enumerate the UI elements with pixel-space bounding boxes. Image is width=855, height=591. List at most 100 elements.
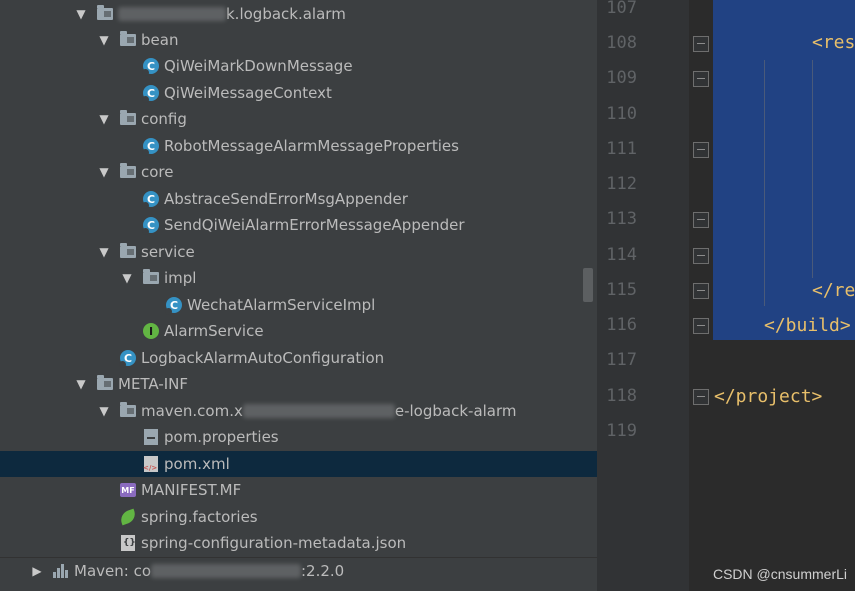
fold-marker-icon[interactable] — [693, 318, 709, 334]
chevron-down-icon[interactable]: ▼ — [74, 7, 88, 21]
line-number: 117 — [606, 350, 637, 370]
class-icon: C — [119, 349, 137, 368]
package-folder-icon — [142, 269, 160, 287]
tree-row-config[interactable]: ▼ config — [0, 106, 597, 132]
fold-marker-icon[interactable] — [693, 283, 709, 299]
tree-row-label: maven.com.x e-logback-alarm — [141, 402, 517, 420]
indent-guide — [764, 60, 765, 306]
fold-marker-icon[interactable] — [693, 36, 709, 52]
tree-row-label: AbstraceSendErrorMsgAppender — [164, 190, 408, 208]
line-number: 111 — [606, 139, 637, 159]
properties-file-icon — [142, 428, 160, 446]
tree-row-wechat-alarm-service-impl[interactable]: C WechatAlarmServiceImpl — [0, 292, 597, 318]
fold-marker-icon[interactable] — [693, 212, 709, 228]
tree-row-impl[interactable]: ▼ impl — [0, 265, 597, 291]
line-number: 112 — [606, 174, 637, 194]
tree-row-label: spring.factories — [141, 508, 258, 526]
tree-row-package-alarm[interactable]: ▼ k.logback.alarm — [0, 1, 597, 27]
class-icon: C — [165, 296, 183, 315]
tree-row-label: WechatAlarmServiceImpl — [187, 296, 376, 314]
tree-row-label: core — [141, 163, 174, 181]
tree-row-bean[interactable]: ▼ bean — [0, 27, 597, 53]
package-folder-icon — [96, 5, 114, 23]
manifest-file-icon: MF — [119, 481, 137, 499]
abstract-class-icon: C — [142, 190, 160, 209]
line-number: 109 — [606, 68, 637, 88]
tree-row-label: QiWeiMarkDownMessage — [164, 57, 353, 75]
tree-row-label: QiWeiMessageContext — [164, 84, 332, 102]
tree-row-label: pom.properties — [164, 428, 279, 446]
tree-row-label: config — [141, 110, 187, 128]
tree-row-label: bean — [141, 31, 179, 49]
chevron-down-icon[interactable]: ▼ — [120, 271, 134, 285]
tree-row-maven-library[interactable]: ▶ Maven: co :2.2.0 — [0, 557, 597, 591]
folder-icon — [119, 402, 137, 420]
tree-row-core[interactable]: ▼ core — [0, 159, 597, 185]
xml-file-icon — [142, 455, 160, 473]
fold-marker-icon[interactable] — [693, 248, 709, 264]
tree-row-service[interactable]: ▼ service — [0, 239, 597, 265]
line-number: 107 — [606, 0, 637, 18]
indent-guide — [812, 60, 813, 278]
tree-row-abstrace-send-error-msg-appender[interactable]: C AbstraceSendErrorMsgAppender — [0, 186, 597, 212]
code-line-115[interactable]: </re — [812, 280, 855, 301]
maven-library-row[interactable]: ▶ Maven: co :2.2.0 — [0, 558, 597, 584]
tree-row-label: k.logback.alarm — [118, 5, 346, 23]
tree-row-pom-properties[interactable]: pom.properties — [0, 424, 597, 450]
tree-row-spring-factories[interactable]: spring.factories — [0, 504, 597, 530]
chevron-down-icon[interactable]: ▼ — [97, 112, 111, 126]
maven-library-icon — [52, 562, 70, 580]
tree-row-manifest-mf[interactable]: MF MANIFEST.MF — [0, 477, 597, 503]
class-icon: C — [142, 84, 160, 103]
chevron-right-icon[interactable]: ▶ — [30, 564, 44, 578]
tree-row-qiwei-message-context[interactable]: C QiWeiMessageContext — [0, 80, 597, 106]
redacted-text — [151, 564, 301, 578]
tree-row-send-qiwei-alarm-appender[interactable]: C SendQiWeiAlarmErrorMessageAppender — [0, 212, 597, 238]
watermark-text: CSDN @cnsummerLi — [712, 566, 847, 582]
fold-marker-icon[interactable] — [693, 71, 709, 87]
chevron-down-icon[interactable]: ▼ — [97, 165, 111, 179]
tree-row-robot-message-alarm-properties[interactable]: C RobotMessageAlarmMessageProperties — [0, 133, 597, 159]
json-file-icon — [119, 534, 137, 552]
chevron-down-icon[interactable]: ▼ — [97, 245, 111, 259]
tree-row-label: service — [141, 243, 195, 261]
class-icon: C — [142, 57, 160, 76]
line-number: 110 — [606, 104, 637, 124]
line-number: 116 — [606, 315, 637, 335]
tree-row-pom-xml[interactable]: pom.xml — [0, 451, 597, 477]
spring-file-icon — [118, 508, 138, 526]
tree-row-label: pom.xml — [164, 455, 230, 473]
tree-row-label: Maven: co :2.2.0 — [74, 562, 345, 580]
fold-marker-icon[interactable] — [693, 142, 709, 158]
tree-row-label: AlarmService — [164, 322, 264, 340]
code-line-108[interactable]: <res — [812, 32, 855, 53]
line-number: 115 — [606, 280, 637, 300]
code-line-118[interactable]: </project> — [714, 386, 822, 407]
tree-row-alarm-service[interactable]: I AlarmService — [0, 318, 597, 344]
tree-row-meta-inf[interactable]: ▼ META-INF — [0, 371, 597, 397]
class-icon: C — [142, 137, 160, 156]
tree-scrollbar-thumb[interactable] — [583, 268, 593, 302]
package-folder-icon — [119, 110, 137, 128]
tree-row-logback-alarm-auto-configuration[interactable]: C LogbackAlarmAutoConfiguration — [0, 345, 597, 371]
tree-row-label: spring-configuration-metadata.json — [141, 534, 407, 552]
fold-marker-icon[interactable] — [693, 389, 709, 405]
chevron-down-icon[interactable]: ▼ — [97, 404, 111, 418]
chevron-down-icon[interactable]: ▼ — [97, 33, 111, 47]
line-number: 113 — [606, 209, 637, 229]
code-line-116[interactable]: </build> — [764, 315, 851, 336]
line-number: 119 — [606, 421, 637, 441]
interface-icon: I — [142, 322, 160, 340]
class-icon: C — [142, 216, 160, 235]
chevron-down-icon[interactable]: ▼ — [74, 377, 88, 391]
tree-row-label: LogbackAlarmAutoConfiguration — [141, 349, 385, 367]
redacted-text — [118, 7, 226, 21]
line-number: 108 — [606, 33, 637, 53]
tree-row-spring-configuration-metadata[interactable]: spring-configuration-metadata.json — [0, 530, 597, 556]
tree-row-qiwei-markdown-message[interactable]: C QiWeiMarkDownMessage — [0, 53, 597, 79]
tree-row-maven-folder[interactable]: ▼ maven.com.x e-logback-alarm — [0, 398, 597, 424]
line-number: 118 — [606, 386, 637, 406]
line-number: 114 — [606, 245, 637, 265]
project-tree: ▼ k.logback.alarm ▼ bean C QiWeiMarkDown… — [0, 0, 597, 591]
redacted-text — [242, 404, 395, 418]
